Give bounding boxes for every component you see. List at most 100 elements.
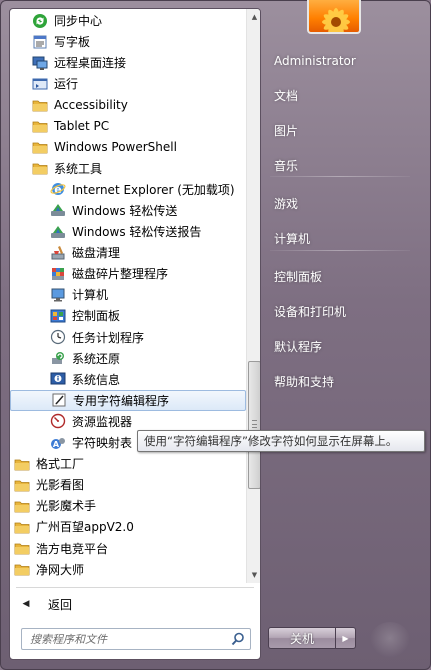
program-list-item[interactable]: Windows PowerShell [10,137,246,158]
program-list-item-label: 控制面板 [72,309,121,324]
program-list-item[interactable]: 磁盘碎片整理程序 [10,263,246,284]
folder-icon [32,139,48,155]
remote-desktop-icon [32,55,48,71]
program-list-item[interactable]: 运行 [10,73,246,94]
program-list-item[interactable]: e Internet Explorer (无加载项) [10,179,246,200]
right-item-documents[interactable]: 文档 [268,80,418,110]
program-list-item[interactable]: Windows 轻松传送报告 [10,221,246,242]
program-list-item[interactable]: 系统还原 [10,348,246,369]
program-list-item[interactable]: 系统工具 [10,158,246,179]
right-item-default-programs[interactable]: 默认程序 [268,331,418,361]
program-list-item-label: 格式工厂 [36,457,85,472]
scroll-up-button[interactable]: ▲ [248,10,260,24]
chevron-up-icon: ▲ [251,13,258,21]
program-list-item[interactable]: 同步中心 [10,10,246,31]
program-list-item[interactable]: Windows 轻松传送 [10,200,246,221]
triangle-left-icon: ◀ [22,599,30,609]
program-list-item[interactable]: Tablet PC [10,116,246,137]
system-restore-icon [50,350,66,366]
shutdown-options-button[interactable]: ▶ [336,627,356,649]
search-input[interactable] [30,632,226,646]
program-list-item-label: 磁盘清理 [72,246,121,261]
right-item-games[interactable]: 游戏 [268,188,418,218]
scroll-down-button[interactable]: ▼ [248,568,260,582]
program-list-item-label: Tablet PC [54,119,110,133]
scroll-thumb[interactable] [248,361,260,489]
program-list-item[interactable]: 浩方电竞平台 [10,538,246,559]
right-item-computer[interactable]: 计算机 [268,223,418,253]
character-map-icon: A [50,435,66,451]
search-box[interactable] [21,628,251,650]
program-list-item-label: 广州百望appV2.0 [36,520,134,535]
program-list-item-label: 系统信息 [72,372,121,387]
folder-icon [14,456,30,472]
shutdown-label: 关机 [289,631,314,646]
program-list-item-label: Windows 轻松传送 [72,203,178,218]
program-list-item-label: 计算机 [72,288,109,303]
folder-icon [14,498,30,514]
svg-text:A: A [53,440,60,449]
program-list-item[interactable]: 计算机 [10,284,246,305]
program-list-item-label: 任务计划程序 [72,330,145,345]
program-list-item[interactable]: 控制面板 [10,305,246,326]
program-list-item[interactable]: 资源监视器 [10,411,246,432]
back-label: 返回 [48,597,73,612]
right-item-control-panel[interactable]: 控制面板 [268,261,418,291]
resource-monitor-icon [50,413,66,429]
program-list-item[interactable]: 广州百望appV2.0 [10,516,246,537]
program-list-item-label: 字符映射表 [72,436,133,450]
program-list-item-label: Windows PowerShell [54,140,177,155]
folder-icon [32,160,48,176]
task-scheduler-icon [50,329,66,345]
program-list-item-label: Accessibility [54,97,128,112]
program-list-item-label: 远程桌面连接 [54,56,127,71]
program-list-scrollbar[interactable]: ▲ ▼ [246,9,260,583]
program-list-item[interactable]: 任务计划程序 [10,327,246,348]
program-list-item-label: 资源监视器 [72,414,133,429]
right-item-administrator[interactable]: Administrator [268,46,418,76]
program-list-item[interactable]: 专用字符编辑程序 [10,389,246,411]
program-list-item[interactable]: 光影看图 [10,474,246,495]
tooltip: 使用“字符编辑程序”修改字符如何显示在屏幕上。 [137,430,425,452]
grip-icon [252,420,257,428]
program-list-item-label: 光影魔术手 [36,499,97,514]
program-list: 同步中心写字板远程桌面连接运行 Accessibility Tablet PC Win… [10,9,246,583]
program-list-item-label: Windows 轻松传送报告 [72,225,202,239]
wordpad-icon [32,34,48,50]
search-icon[interactable] [231,632,245,646]
folder-icon [32,118,48,134]
divider [16,587,254,588]
internet-explorer-icon: e [50,181,66,197]
program-list-item[interactable]: 净网大师 [10,559,246,580]
folder-icon [32,97,48,113]
right-item-pictures[interactable]: 图片 [268,115,418,145]
right-item-help-support[interactable]: 帮助和支持 [268,366,418,396]
back-button[interactable]: ◀ 返回 [10,592,260,616]
easy-transfer-icon [50,202,66,218]
right-separator [270,176,410,177]
glass-glow [370,622,410,658]
program-list-item-label: Internet Explorer (无加载项) [72,182,235,197]
program-list-item-label: 系统工具 [54,161,103,176]
disk-defragmenter-icon [50,266,66,282]
right-item-devices-printers[interactable]: 设备和打印机 [268,296,418,326]
folder-icon [14,519,30,535]
program-list-item-label: 磁盘碎片整理程序 [72,267,169,282]
folder-icon [14,561,30,577]
user-picture[interactable] [307,0,361,34]
program-list-item[interactable]: 格式工厂 [10,453,246,474]
program-list-item-label: 同步中心 [54,14,103,28]
program-list-item[interactable]: 磁盘清理 [10,242,246,263]
disk-cleanup-icon [50,245,66,261]
chevron-down-icon: ▼ [251,571,258,579]
shutdown-button[interactable]: 关机 [268,627,336,649]
triangle-right-icon: ▶ [342,633,349,643]
program-list-item[interactable]: 系统信息 [10,369,246,390]
program-list-item[interactable]: 写字板 [10,31,246,52]
run-icon [32,76,48,92]
program-list-item[interactable]: 光影魔术手 [10,495,246,516]
program-list-item-label: 光影看图 [36,478,85,493]
program-list-item[interactable]: Accessibility [10,94,246,115]
program-list-item[interactable]: 远程桌面连接 [10,52,246,73]
program-list-item-label: 专用字符编辑程序 [73,393,170,408]
